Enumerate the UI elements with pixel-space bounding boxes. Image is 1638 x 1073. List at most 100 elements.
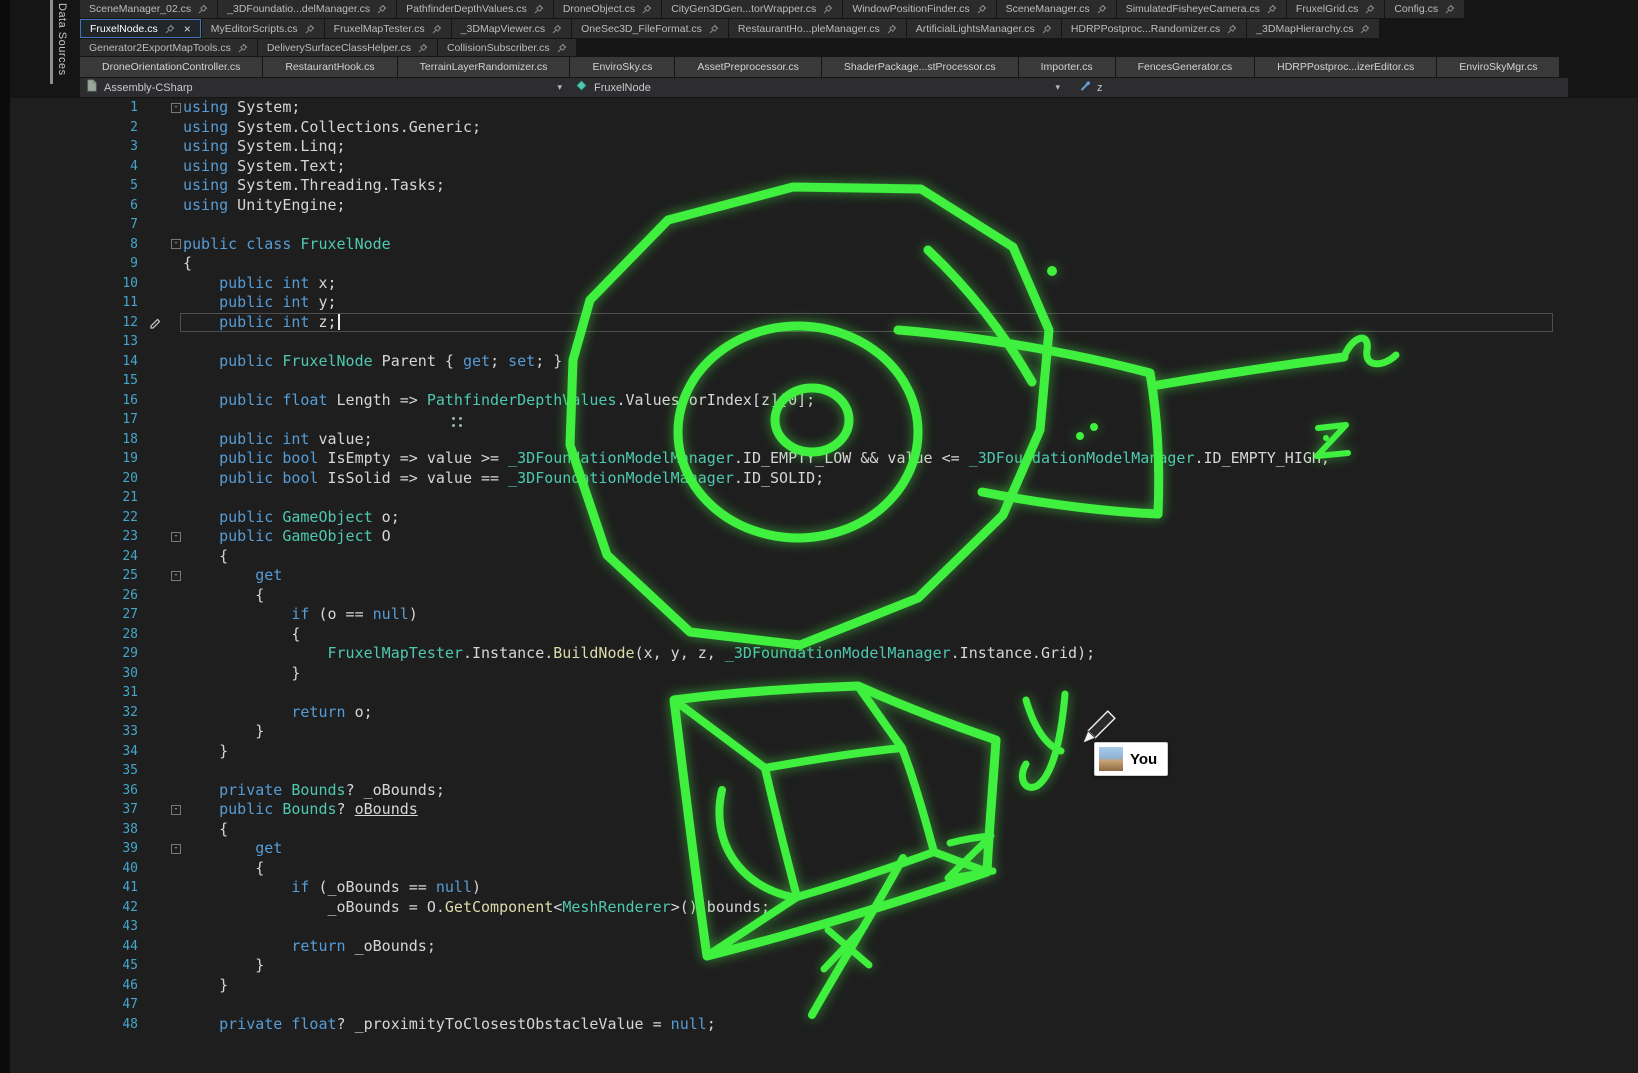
line-number[interactable]: 20: [10, 469, 146, 489]
tab-enviroskymgr-cs[interactable]: EnviroSkyMgr.cs: [1437, 57, 1559, 77]
pin-icon[interactable]: [709, 24, 719, 34]
tab-citygen3dgen-torwrapper-cs[interactable]: CityGen3DGen...torWrapper.cs: [662, 0, 842, 18]
line-number[interactable]: 25: [10, 566, 146, 586]
line-number[interactable]: 6: [10, 196, 146, 216]
line-number[interactable]: 37: [10, 800, 146, 820]
line-number[interactable]: 5: [10, 176, 146, 196]
fold-collapse-icon[interactable]: -: [171, 103, 181, 113]
project-dropdown[interactable]: Assembly-CSharp ▾: [80, 78, 570, 97]
line-number[interactable]: 16: [10, 391, 146, 411]
tab-hdrppostproc-randomizer-cs[interactable]: HDRPPostproc...Randomizer.cs: [1062, 19, 1246, 38]
tab-assetpreprocessor-cs[interactable]: AssetPreprocessor.cs: [675, 57, 821, 77]
line-number[interactable]: 26: [10, 586, 146, 606]
line-number[interactable]: 22: [10, 508, 146, 528]
tab-pathfinderdepthvalues-cs[interactable]: PathfinderDepthValues.cs: [397, 0, 553, 18]
line-number[interactable]: 31: [10, 683, 146, 703]
line-number[interactable]: 34: [10, 742, 146, 762]
tab--3dfoundatio-delmanager-cs[interactable]: _3DFoundatio...delManager.cs: [218, 0, 396, 18]
line-number[interactable]: 36: [10, 781, 146, 801]
line-number[interactable]: 29: [10, 644, 146, 664]
line-number[interactable]: 21: [10, 488, 146, 508]
pin-icon[interactable]: [1360, 24, 1370, 34]
tab-droneorientationcontroller-cs[interactable]: DroneOrientationController.cs: [80, 57, 262, 77]
line-number[interactable]: 15: [10, 371, 146, 391]
line-number[interactable]: 9: [10, 254, 146, 274]
line-number[interactable]: 3: [10, 137, 146, 157]
tab-restaurantho-plemanager-cs[interactable]: RestaurantHo...pleManager.cs: [729, 19, 906, 38]
line-number[interactable]: 17: [10, 410, 146, 430]
pin-icon[interactable]: [377, 4, 387, 14]
line-number[interactable]: 10: [10, 274, 146, 294]
close-icon[interactable]: ×: [184, 24, 191, 34]
tab-restauranthook-cs[interactable]: RestaurantHook.cs: [263, 57, 396, 77]
chevron-down-icon[interactable]: ▾: [1055, 82, 1060, 93]
line-number[interactable]: 12: [10, 313, 146, 333]
tab-windowpositionfinder-cs[interactable]: WindowPositionFinder.cs: [843, 0, 995, 18]
tab-fruxelnode-cs[interactable]: FruxelNode.cs×: [80, 19, 201, 38]
line-number[interactable]: 42: [10, 898, 146, 918]
pin-icon[interactable]: [534, 4, 544, 14]
tab-simulatedfisheyecamera-cs[interactable]: SimulatedFisheyeCamera.cs: [1117, 0, 1286, 18]
tab-generator2exportmaptools-cs[interactable]: Generator2ExportMapTools.cs: [80, 39, 257, 56]
pin-icon[interactable]: [1445, 4, 1455, 14]
tab-config-cs[interactable]: Config.cs: [1385, 0, 1464, 18]
line-number[interactable]: 24: [10, 547, 146, 567]
line-number[interactable]: 11: [10, 293, 146, 313]
line-number[interactable]: 1: [10, 98, 146, 118]
line-number[interactable]: 19: [10, 449, 146, 469]
tab-scenemanager-cs[interactable]: SceneManager.cs: [997, 0, 1116, 18]
pin-icon[interactable]: [887, 24, 897, 34]
tab-droneobject-cs[interactable]: DroneObject.cs: [554, 0, 661, 18]
tab--3dmapviewer-cs[interactable]: _3DMapViewer.cs: [452, 19, 571, 38]
line-number[interactable]: 47: [10, 995, 146, 1015]
member-dropdown[interactable]: z: [1068, 78, 1568, 97]
type-dropdown[interactable]: FruxelNode ▾: [570, 78, 1068, 97]
tab-fruxelmaptester-cs[interactable]: FruxelMapTester.cs: [325, 19, 451, 38]
pin-icon[interactable]: [238, 43, 248, 53]
line-number[interactable]: 45: [10, 956, 146, 976]
pin-icon[interactable]: [198, 4, 208, 14]
tab-envirosky-cs[interactable]: EnviroSky.cs: [570, 57, 674, 77]
line-number[interactable]: 41: [10, 878, 146, 898]
line-number[interactable]: 27: [10, 605, 146, 625]
fold-collapse-icon[interactable]: -: [171, 532, 181, 542]
line-number[interactable]: 39: [10, 839, 146, 859]
line-number[interactable]: 33: [10, 722, 146, 742]
pin-icon[interactable]: [552, 24, 562, 34]
pin-icon[interactable]: [1097, 4, 1107, 14]
line-number[interactable]: 30: [10, 664, 146, 684]
tab-onesec3d-fileformat-cs[interactable]: OneSec3D_FileFormat.cs: [572, 19, 728, 38]
line-number[interactable]: 43: [10, 917, 146, 937]
line-number[interactable]: 23: [10, 527, 146, 547]
tab-fruxelgrid-cs[interactable]: FruxelGrid.cs: [1287, 0, 1384, 18]
line-number[interactable]: 44: [10, 937, 146, 957]
tab--3dmaphierarchy-cs[interactable]: _3DMapHierarchy.cs: [1247, 19, 1379, 38]
side-tab-data-sources[interactable]: Data Sources: [56, 3, 68, 76]
tab-myeditorscripts-cs[interactable]: MyEditorScripts.cs: [202, 19, 324, 38]
line-number[interactable]: 7: [10, 215, 146, 235]
line-number[interactable]: 32: [10, 703, 146, 723]
line-number[interactable]: 40: [10, 859, 146, 879]
fold-collapse-icon[interactable]: -: [171, 571, 181, 581]
line-number[interactable]: 2: [10, 118, 146, 138]
line-number[interactable]: 48: [10, 1015, 146, 1035]
pin-icon[interactable]: [1227, 24, 1237, 34]
pin-icon[interactable]: [823, 4, 833, 14]
pin-icon[interactable]: [1042, 24, 1052, 34]
pin-icon[interactable]: [977, 4, 987, 14]
tab-scenemanager-02-cs[interactable]: SceneManager_02.cs: [80, 0, 217, 18]
fold-collapse-icon[interactable]: -: [171, 805, 181, 815]
line-number[interactable]: 13: [10, 332, 146, 352]
pin-icon[interactable]: [642, 4, 652, 14]
tab-shaderpackage-stprocessor-cs[interactable]: ShaderPackage...stProcessor.cs: [822, 57, 1018, 77]
code-editor[interactable]: 1-using System;2using System.Collections…: [10, 98, 1638, 1073]
tab-importer-cs[interactable]: Importer.cs: [1019, 57, 1115, 77]
pin-icon[interactable]: [432, 24, 442, 34]
pin-icon[interactable]: [165, 24, 175, 34]
pin-icon[interactable]: [305, 24, 315, 34]
tab-fencesgenerator-cs[interactable]: FencesGenerator.cs: [1116, 57, 1255, 77]
pin-icon[interactable]: [557, 43, 567, 53]
line-number[interactable]: 35: [10, 761, 146, 781]
tab-terrainlayerrandomizer-cs[interactable]: TerrainLayerRandomizer.cs: [398, 57, 570, 77]
fold-collapse-icon[interactable]: -: [171, 239, 181, 249]
